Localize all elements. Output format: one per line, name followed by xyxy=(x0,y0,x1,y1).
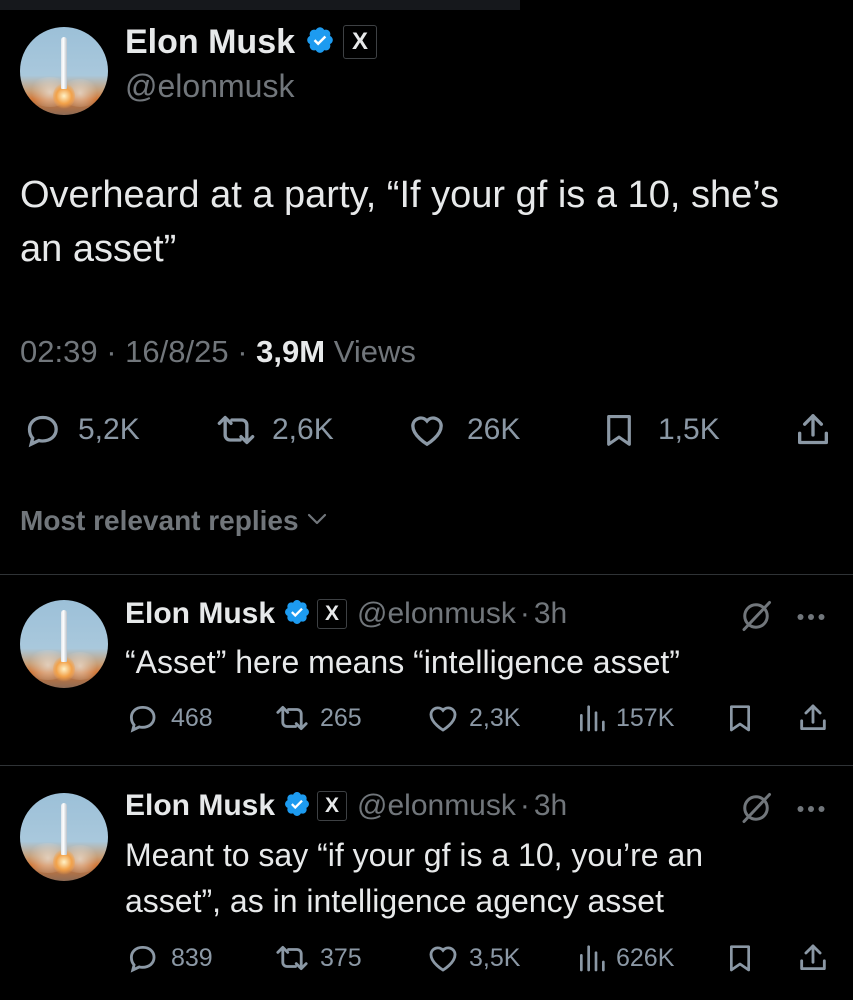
reply-icon xyxy=(22,410,62,450)
affiliate-badge: X xyxy=(343,25,378,59)
views-label: Views xyxy=(333,334,416,369)
avatar[interactable] xyxy=(20,600,108,688)
reply-author-name[interactable]: Elon Musk xyxy=(125,597,275,631)
verified-icon xyxy=(283,790,311,823)
affiliate-badge: X xyxy=(317,791,348,821)
views-button[interactable]: 157K xyxy=(576,700,674,736)
like-icon xyxy=(425,701,461,735)
post-text-line: an asset” xyxy=(20,228,177,270)
avatar[interactable] xyxy=(20,793,108,881)
author-handle[interactable]: @elonmusk xyxy=(125,68,294,105)
reply-button[interactable]: 5,2K xyxy=(22,408,140,452)
bookmark-count: 1,5K xyxy=(658,413,720,446)
views-icon xyxy=(576,941,608,975)
share-button[interactable] xyxy=(793,408,833,452)
reply-handle[interactable]: @elonmusk xyxy=(357,789,516,823)
post-text: Overheard at a party, “If your gf is a 1… xyxy=(20,168,779,276)
reply-text-line: asset”, as in intelligence agency asset xyxy=(125,883,664,919)
meta-separator: · xyxy=(519,789,530,822)
bookmark-button[interactable] xyxy=(724,700,756,736)
grok-icon[interactable] xyxy=(738,598,774,639)
views-button[interactable]: 626K xyxy=(576,940,674,976)
more-icon[interactable] xyxy=(793,602,829,637)
reply-text: “Asset” here means “intelligence asset” xyxy=(125,640,680,684)
reply-handle[interactable]: @elonmusk xyxy=(357,597,516,631)
bookmark-button[interactable]: 1,5K xyxy=(600,408,720,452)
repost-count: 375 xyxy=(320,943,362,972)
reply-icon xyxy=(125,941,159,975)
reply-count: 5,2K xyxy=(78,413,140,446)
post-time[interactable]: 02:39 xyxy=(20,334,98,369)
divider xyxy=(0,765,853,766)
divider xyxy=(0,574,853,575)
sort-replies-button[interactable]: Most relevant replies xyxy=(20,505,329,537)
repost-icon xyxy=(272,941,312,975)
more-icon[interactable] xyxy=(793,794,829,829)
bookmark-icon xyxy=(600,408,638,452)
repost-icon xyxy=(212,410,260,450)
like-count: 26K xyxy=(467,413,521,446)
chevron-down-icon xyxy=(305,507,329,536)
author-name[interactable]: Elon Musk xyxy=(125,23,295,62)
grok-icon[interactable] xyxy=(738,790,774,831)
meta-separator: · xyxy=(519,597,530,630)
repost-button[interactable]: 375 xyxy=(272,940,362,976)
top-edge-bar xyxy=(0,0,520,10)
like-button[interactable]: 2,3K xyxy=(425,700,520,736)
share-icon xyxy=(793,409,833,451)
reply-text-line: Meant to say “if your gf is a 10, you’re… xyxy=(125,837,704,873)
reply-header: Elon Musk X @elonmusk · 3h xyxy=(125,786,567,826)
repost-count: 265 xyxy=(320,703,362,732)
like-count: 2,3K xyxy=(469,703,521,732)
views-icon xyxy=(576,701,608,735)
reply-text: Meant to say “if your gf is a 10, you’re… xyxy=(125,832,703,924)
repost-icon xyxy=(272,701,312,735)
share-icon xyxy=(796,940,830,976)
views-count: 626K xyxy=(616,943,675,972)
reply-text-line: “Asset” here means “intelligence asset” xyxy=(125,644,680,680)
post-text-line: Overheard at a party, “If your gf is a 1… xyxy=(20,174,779,216)
reply-count: 839 xyxy=(171,943,213,972)
share-button[interactable] xyxy=(796,700,830,736)
views-count: 3,9M xyxy=(256,334,326,369)
verified-icon xyxy=(305,25,335,60)
bookmark-button[interactable] xyxy=(724,940,756,976)
like-icon xyxy=(405,410,449,450)
share-icon xyxy=(796,700,830,736)
reply-author-name[interactable]: Elon Musk xyxy=(125,789,275,823)
like-count: 3,5K xyxy=(469,943,521,972)
views-count: 157K xyxy=(616,703,675,732)
reply-age[interactable]: 3h xyxy=(534,597,567,631)
affiliate-badge: X xyxy=(317,599,348,629)
reply-icon xyxy=(125,701,159,735)
reply-header: Elon Musk X @elonmusk · 3h xyxy=(125,594,567,634)
sort-label: Most relevant replies xyxy=(20,505,299,536)
avatar[interactable] xyxy=(20,27,108,115)
bookmark-icon xyxy=(724,940,756,976)
reply-age[interactable]: 3h xyxy=(534,789,567,823)
repost-count: 2,6K xyxy=(272,413,334,446)
reply-button[interactable]: 839 xyxy=(125,940,213,976)
like-button[interactable]: 3,5K xyxy=(425,940,520,976)
post-meta: 02:39 · 16/8/25 · 3,9M Views xyxy=(20,334,416,370)
reply-button[interactable]: 468 xyxy=(125,700,213,736)
like-button[interactable]: 26K xyxy=(405,408,520,452)
meta-separator: · xyxy=(106,334,117,369)
like-icon xyxy=(425,941,461,975)
verified-icon xyxy=(283,598,311,631)
meta-separator: · xyxy=(237,334,248,369)
bookmark-icon xyxy=(724,700,756,736)
share-button[interactable] xyxy=(796,940,830,976)
post-date[interactable]: 16/8/25 xyxy=(125,334,228,369)
reply-count: 468 xyxy=(171,703,213,732)
repost-button[interactable]: 265 xyxy=(272,700,362,736)
repost-button[interactable]: 2,6K xyxy=(212,408,334,452)
